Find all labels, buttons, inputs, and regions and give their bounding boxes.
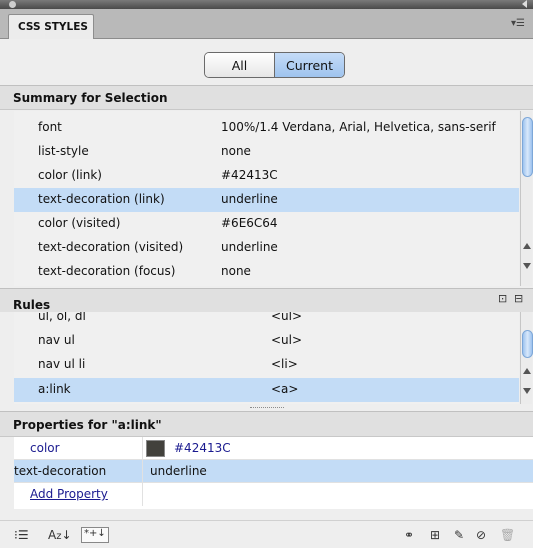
value-column-divider	[142, 483, 143, 506]
rules-heading: Rules	[13, 298, 51, 312]
rule-row-selected[interactable]: a:link <a>	[14, 378, 519, 402]
scroll-down-arrow-icon[interactable]	[523, 263, 531, 269]
panel-close-dot[interactable]	[9, 1, 16, 8]
summary-row[interactable]: font 100%/1.4 Verdana, Arial, Helvetica,…	[14, 116, 519, 140]
rule-tag: <ul>	[271, 333, 303, 347]
rules-heading-bar: Rules ⊡ ⊟	[0, 288, 533, 312]
summary-row[interactable]: list-style none	[14, 140, 519, 164]
collapse-arrow-icon[interactable]	[522, 0, 527, 8]
summary-row[interactable]: text-decoration (visited) underline	[14, 236, 519, 260]
summary-row[interactable]: color (link) #42413C	[14, 164, 519, 188]
show-info-icon[interactable]: ⊟	[514, 292, 523, 305]
summary-grid: font 100%/1.4 Verdana, Arial, Helvetica,…	[14, 111, 519, 286]
rules-grid: ul, ol, dl <ul> nav ul <ul> nav ul li <l…	[14, 312, 519, 404]
rule-tag: <a>	[271, 382, 299, 396]
category-view-icon[interactable]: ⁝☰	[14, 528, 29, 542]
value-column-divider	[142, 437, 143, 460]
scroll-up-arrow-icon[interactable]	[523, 368, 531, 374]
rules-resize-grip[interactable]	[250, 407, 284, 409]
panel-tabbar: CSS STYLES ▾☰	[0, 9, 533, 39]
summary-property: color (link)	[38, 168, 102, 182]
properties-grid: color #42413C text-decoration underline …	[14, 437, 533, 509]
summary-scrollbar[interactable]	[520, 111, 533, 286]
disable-property-icon[interactable]: ⊘	[476, 528, 486, 542]
summary-value: #6E6C64	[221, 216, 278, 230]
summary-property: font	[38, 120, 62, 134]
delete-rule-icon[interactable]: 🗑	[500, 528, 515, 542]
summary-property: list-style	[38, 144, 89, 158]
summary-heading: Summary for Selection	[0, 85, 533, 110]
summary-value: #42413C	[221, 168, 278, 182]
rule-selector: nav ul li	[38, 357, 86, 371]
summary-property: text-decoration (visited)	[38, 240, 184, 254]
value-column-divider	[142, 460, 143, 483]
set-properties-only-icon[interactable]: *+↓	[81, 527, 109, 543]
summary-value: underline	[221, 192, 278, 206]
rule-row[interactable]: nav ul <ul>	[14, 329, 519, 353]
new-rule-icon[interactable]: ⊞	[430, 528, 440, 542]
view-toggle: All Current	[204, 52, 345, 78]
panel-titlebar	[0, 0, 533, 9]
rule-selector: ul, ol, dl	[38, 312, 86, 323]
summary-value: none	[221, 264, 251, 278]
summary-value: 100%/1.4 Verdana, Arial, Helvetica, sans…	[221, 120, 496, 134]
property-value[interactable]: #42413C	[174, 441, 231, 455]
panel-menu-icon[interactable]: ▾☰	[511, 18, 525, 29]
summary-property: color (visited)	[38, 216, 121, 230]
scroll-down-arrow-icon[interactable]	[523, 388, 531, 394]
show-cascade-icon[interactable]: ⊡	[498, 292, 507, 305]
property-row-selected[interactable]: text-decoration underline	[14, 460, 533, 483]
color-swatch[interactable]	[146, 440, 165, 457]
attach-stylesheet-icon[interactable]: ⚭	[404, 528, 414, 542]
property-name: color	[30, 441, 60, 455]
property-row[interactable]: color #42413C	[14, 437, 533, 460]
scroll-up-arrow-icon[interactable]	[523, 243, 531, 249]
properties-heading: Properties for "a:link"	[0, 411, 533, 437]
summary-value: underline	[221, 240, 278, 254]
current-mode-button[interactable]: Current	[275, 53, 344, 77]
alpha-sort-icon[interactable]: Az↓	[48, 528, 72, 542]
summary-row-selected[interactable]: text-decoration (link) underline	[14, 188, 519, 212]
add-property-row[interactable]: Add Property	[14, 483, 533, 506]
summary-row[interactable]: text-decoration (focus) none	[14, 260, 519, 284]
footer-toolbar: ⁝☰ Az↓ *+↓ ⚭ ⊞ ✎ ⊘ 🗑	[0, 520, 533, 548]
property-name: text-decoration	[14, 464, 107, 478]
rule-selector: nav ul	[38, 333, 75, 347]
add-property-link[interactable]: Add Property	[30, 487, 108, 501]
summary-value: none	[221, 144, 251, 158]
summary-property: text-decoration (link)	[38, 192, 165, 206]
rule-tag: <ul>	[271, 312, 303, 323]
rule-row[interactable]: ul, ol, dl <ul>	[14, 312, 519, 329]
summary-scroll-thumb[interactable]	[522, 117, 533, 177]
rule-row[interactable]: nav ul li <li>	[14, 353, 519, 377]
summary-row[interactable]: color (visited) #6E6C64	[14, 212, 519, 236]
rule-tag: <li>	[271, 357, 298, 371]
rules-scrollbar[interactable]	[520, 312, 533, 404]
edit-rule-icon[interactable]: ✎	[454, 528, 464, 542]
tab-css-styles[interactable]: CSS STYLES	[8, 14, 94, 39]
property-value[interactable]: underline	[150, 464, 207, 478]
summary-property: text-decoration (focus)	[38, 264, 176, 278]
rules-scroll-thumb[interactable]	[522, 330, 533, 358]
rule-selector: a:link	[38, 382, 71, 396]
all-mode-button[interactable]: All	[205, 53, 275, 77]
